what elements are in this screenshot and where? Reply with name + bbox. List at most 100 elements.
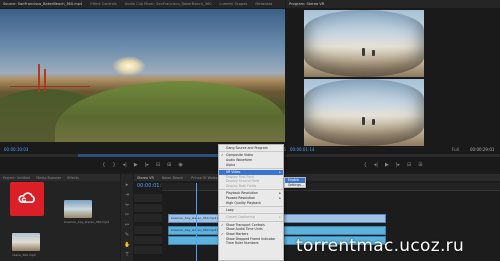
watermark-text: torrentmac.ucoz.ru	[296, 236, 465, 256]
step-forward-icon[interactable]: |▸	[145, 162, 149, 168]
vr-right-eye-view[interactable]	[304, 79, 424, 146]
menu-item[interactable]: Loop	[219, 208, 283, 213]
creative-cloud-icon	[18, 192, 35, 204]
menu-item-label: Display Both Fields	[226, 184, 257, 188]
program-fit-dropdown[interactable]: Full	[452, 147, 459, 152]
play-icon[interactable]: ▶	[134, 162, 138, 168]
menu-item-label: Show Markers	[226, 231, 249, 236]
tab-effects[interactable]: Effects	[67, 176, 79, 180]
tab-project[interactable]: Project: Untitled	[3, 176, 30, 180]
menu-item-label: Display Second Field	[226, 179, 259, 184]
fisheye-overlay	[304, 79, 424, 146]
selection-tool-icon[interactable]: ▸	[124, 182, 130, 188]
timeline-ruler[interactable]	[162, 183, 500, 191]
source-monitor-tabs: Source: SanFrancisco_BakerBeach_360.mp4 …	[0, 0, 285, 8]
sun-glow	[112, 56, 146, 76]
submenu-arrow-icon: ▸	[279, 215, 281, 220]
tab-effect-controls[interactable]: Effect Controls	[90, 2, 116, 6]
tab-program[interactable]: Program: Stereo VR	[289, 2, 324, 6]
menu-item-label: Audio Waveform	[226, 157, 253, 162]
extract-icon[interactable]: ⊞	[418, 162, 422, 168]
play-icon[interactable]: ▶	[385, 162, 389, 168]
source-timecode[interactable]: 00:00:10:03	[4, 147, 28, 152]
menu-item-label: Show Transport Controls	[226, 222, 265, 227]
figure	[372, 50, 375, 56]
bridge-deck	[10, 86, 90, 87]
vr-left-eye-view[interactable]	[304, 10, 424, 77]
figure	[362, 117, 365, 125]
tab-source[interactable]: Source: SanFrancisco_BakerBeach_360.mp4	[3, 2, 82, 6]
figure	[372, 119, 375, 125]
menu-item-label: Paused Resolution	[226, 195, 256, 200]
menu-item-label: Loop	[226, 207, 234, 212]
menu-item[interactable]: Time Ruler Numbers	[219, 241, 283, 246]
menu-item-label: VR Video	[226, 169, 241, 174]
program-transport-controls: { ◂| ▶ |▸ ⊟ ⊞	[286, 158, 500, 172]
tab-metadata[interactable]: Metadata	[255, 2, 272, 6]
step-forward-icon[interactable]: |▸	[396, 162, 400, 168]
pen-tool-icon[interactable]: ✎	[124, 232, 130, 238]
source-video-frame[interactable]	[0, 9, 285, 142]
overwrite-icon[interactable]: ⊞	[167, 162, 171, 168]
menu-item-label: Show Dropped Frame Indicator	[226, 236, 276, 241]
timeline-tabs: Stereo VR Baker Beach Prince Of Wales Mo…	[134, 174, 500, 181]
menu-item-label: Time Ruler Numbers	[226, 241, 259, 246]
export-frame-icon[interactable]: ◉	[178, 162, 182, 168]
menu-item-label: Closed Captioning	[226, 215, 255, 220]
track-header-v2[interactable]	[134, 204, 162, 213]
project-thumbnail[interactable]	[12, 233, 40, 251]
menu-item[interactable]: Alpha	[219, 163, 283, 168]
fisheye-overlay	[304, 10, 424, 77]
track-header-v1[interactable]	[134, 214, 162, 223]
tab-audio-clip-mixer[interactable]: Audio Clip Mixer: SanFrancisco_BakerBeac…	[125, 2, 212, 6]
lift-icon[interactable]: ⊟	[407, 162, 411, 168]
menu-item: Closed Captioning ▸	[219, 215, 283, 220]
ripple-edit-tool-icon[interactable]: ⟛	[124, 202, 130, 208]
bridge-tower	[44, 69, 46, 91]
type-tool-icon[interactable]: T	[124, 252, 130, 258]
tools-panel: ▸ ⇥ ⟛ ✂ ↔ ✎ ✋ T	[121, 174, 133, 261]
program-duration: 00:00:29:01	[470, 147, 495, 152]
menu-item[interactable]: High Quality Playback	[219, 201, 283, 206]
submenu-item[interactable]: Settings...	[285, 183, 305, 188]
thumbnail-label: osaka_360.mp4	[12, 253, 36, 257]
track-header-v3[interactable]	[134, 194, 162, 203]
track-header-a1[interactable]	[134, 226, 162, 235]
thumbnail-label: kowloon_bay_stereo_360.mp4	[64, 220, 110, 224]
menu-item-label: Gang Source and Program	[226, 146, 268, 150]
monitor-context-menu: Gang Source and Program ✓ Composite Video A…	[218, 144, 284, 261]
bridge-tower	[38, 64, 40, 92]
tab-sequence-stereo-vr[interactable]: Stereo VR	[137, 176, 154, 180]
razor-tool-icon[interactable]: ✂	[124, 212, 130, 218]
track-select-tool-icon[interactable]: ⇥	[124, 192, 130, 198]
hand-tool-icon[interactable]: ✋	[124, 242, 130, 248]
step-back-icon[interactable]: ◂|	[374, 162, 378, 168]
mark-in-icon[interactable]: {	[102, 162, 105, 168]
menu-item[interactable]: Gang Source and Program	[219, 146, 283, 151]
tab-media-browser[interactable]: Media Browser	[36, 176, 61, 180]
vr-video-submenu: Enable Settings...	[284, 177, 306, 188]
track-header-a3[interactable]	[134, 246, 162, 255]
menu-item: Display Both Fields	[219, 184, 283, 189]
timeline-playhead[interactable]	[196, 183, 197, 261]
menu-item-label: Show Audio Time Units	[226, 227, 263, 232]
menu-item-label: Alpha	[226, 162, 236, 167]
program-timecode[interactable]: 00:00:01:14	[290, 147, 314, 152]
step-back-icon[interactable]: ◂|	[123, 162, 127, 168]
insert-icon[interactable]: ⊟	[156, 162, 160, 168]
tab-sequence-baker-beach[interactable]: Baker Beach	[162, 176, 183, 180]
track-header-a2[interactable]	[134, 236, 162, 245]
menu-item-label: Playback Resolution	[226, 191, 258, 196]
menu-item-label: Display First Field	[226, 174, 254, 179]
figure	[362, 48, 365, 56]
tab-lumetri-scopes[interactable]: Lumetri Scopes	[220, 2, 248, 6]
mark-out-icon[interactable]: }	[112, 162, 115, 168]
program-monitor-tabs: Program: Stereo VR	[286, 0, 500, 8]
project-thumbnail[interactable]	[64, 200, 92, 218]
tab-sequence-prince-of-wales[interactable]: Prince Of Wales	[191, 176, 217, 180]
hill-right	[55, 81, 285, 142]
project-panel-tabs: Project: Untitled Media Browser Effects	[0, 174, 120, 181]
slip-tool-icon[interactable]: ↔	[124, 222, 130, 228]
mark-in-icon[interactable]: {	[364, 162, 367, 168]
program-scrubber[interactable]	[286, 154, 500, 157]
